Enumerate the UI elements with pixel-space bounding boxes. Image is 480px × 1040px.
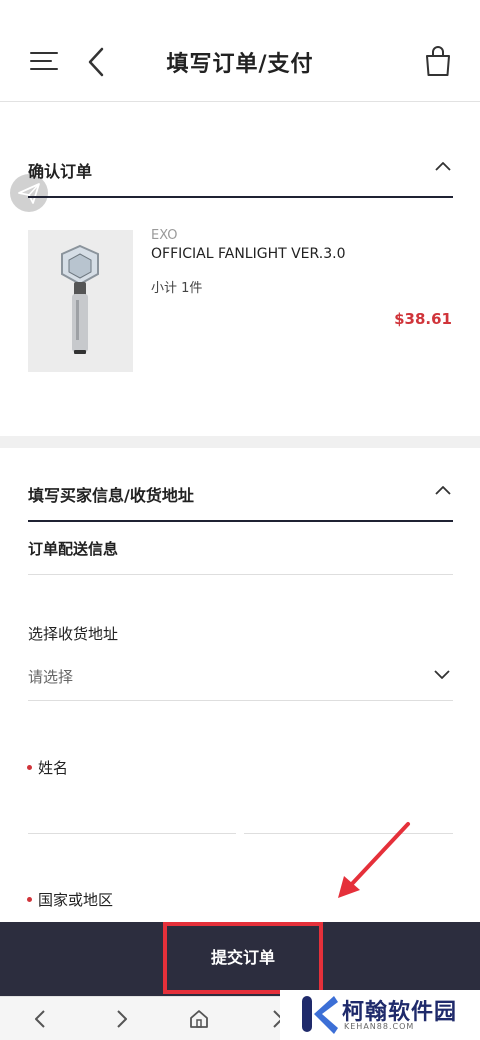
country-label: 国家或地区	[38, 891, 114, 909]
address-underline	[28, 700, 453, 701]
product-image[interactable]	[28, 230, 133, 372]
watermark-logo	[302, 996, 338, 1034]
required-dot	[27, 765, 32, 770]
top-header: 填写订单/支付	[0, 0, 480, 102]
page-title: 填写订单/支付	[166, 52, 314, 77]
submit-order-button[interactable]: 提交订单	[163, 922, 323, 994]
red-arrow-annotation	[338, 822, 410, 898]
buyer-section-title: 填写买家信息/收货地址	[28, 486, 194, 505]
address-select[interactable]: 请选择	[28, 666, 73, 687]
address-label: 选择收货地址	[28, 625, 119, 643]
home-icon[interactable]	[188, 1007, 210, 1031]
name-label: 姓名	[38, 759, 69, 777]
buyer-section-header[interactable]: 填写买家信息/收货地址	[28, 482, 453, 522]
fanlight-image	[61, 244, 99, 354]
back-arrow-icon[interactable]	[30, 1007, 52, 1031]
chevron-up-icon[interactable]	[435, 160, 451, 172]
chevron-down-icon[interactable]	[434, 670, 450, 680]
product-subtotal: 小计 1件	[151, 281, 203, 296]
order-section-title: 确认订单	[28, 162, 93, 181]
chevron-up-icon[interactable]	[435, 484, 451, 496]
shopping-bag-icon[interactable]	[424, 44, 452, 78]
required-dot	[27, 897, 32, 902]
section-divider	[0, 436, 480, 448]
delivery-info-title: 订单配送信息	[28, 540, 119, 558]
order-section-header[interactable]: 确认订单	[28, 158, 453, 198]
watermark-subtext: KEHAN88.COM	[344, 1022, 415, 1031]
watermark: 柯翰软件园 KEHAN88.COM	[280, 990, 480, 1040]
forward-arrow-icon[interactable]	[110, 1007, 132, 1031]
divider	[28, 574, 453, 575]
product-brand: EXO	[151, 228, 178, 243]
product-price: $38.61	[394, 310, 452, 328]
first-name-field[interactable]	[28, 833, 236, 834]
product-name[interactable]: OFFICIAL FANLIGHT VER.3.0	[151, 246, 345, 262]
